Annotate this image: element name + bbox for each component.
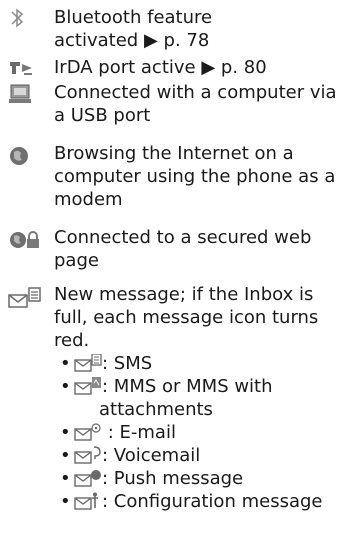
- item-text: Bluetooth feature activated ▶ p. 78: [54, 7, 213, 51]
- message-type-item: • : Push message: [60, 468, 244, 489]
- globe-icon: [8, 145, 44, 167]
- message-type-item: • : SMS: [60, 353, 153, 374]
- mms-icon: [74, 377, 102, 395]
- email-icon: [74, 423, 102, 441]
- push-message-icon: [74, 469, 102, 487]
- voicemail-icon: [74, 446, 102, 464]
- configuration-message-icon: [74, 492, 102, 510]
- item-text: Connected with a computer via a USB port: [54, 82, 337, 126]
- message-type-item: • : MMS or MMS with attachments: [60, 376, 273, 420]
- sms-icon: [74, 354, 102, 372]
- item-text: Connected to a secured web page: [54, 227, 312, 271]
- secure-globe-lock-icon: [8, 229, 44, 251]
- usb-computer-icon: [8, 83, 44, 105]
- new-message-icon: [8, 287, 44, 309]
- message-type-item: • : Voicemail: [60, 445, 201, 466]
- message-type-item: • : E-mail: [60, 422, 176, 443]
- item-text: IrDA port active ▶ p. 80: [54, 57, 267, 78]
- item-text: New message; if the Inbox is full, each …: [54, 284, 319, 351]
- item-text: Browsing the Internet on a computer usin…: [54, 143, 336, 210]
- irda-icon: [8, 58, 44, 80]
- bluetooth-icon: [8, 6, 44, 28]
- status-icon-list: Bluetooth feature activated ▶ p. 78 IrDA…: [0, 0, 358, 542]
- message-type-item: • : Configuration message: [60, 491, 323, 512]
